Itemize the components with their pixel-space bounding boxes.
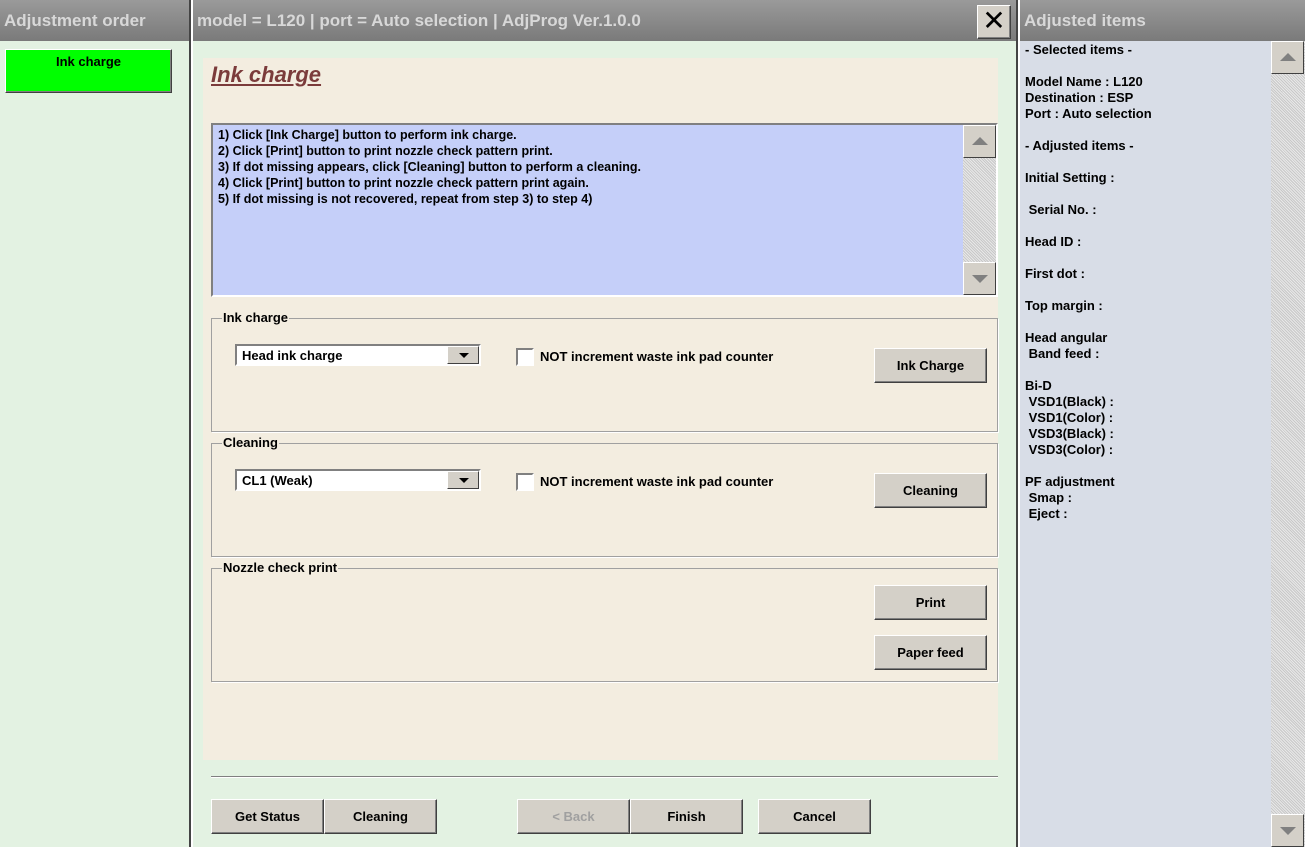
close-x-icon: ✕ xyxy=(982,4,1006,37)
main-panel: model = L120 | port = Auto selection | A… xyxy=(193,0,1018,847)
scroll-down-button[interactable] xyxy=(1271,814,1304,847)
scroll-up-button[interactable] xyxy=(1271,41,1304,74)
nozzle-check-group: Nozzle check print Print Paper feed xyxy=(211,560,998,682)
footer-divider xyxy=(211,776,998,778)
ink-charge-select-value: Head ink charge xyxy=(242,348,343,363)
dropdown-arrow-icon[interactable] xyxy=(447,471,479,489)
instruction-line: 1) Click [Ink Charge] button to perform … xyxy=(218,128,517,142)
paper-feed-button[interactable]: Paper feed xyxy=(874,635,987,670)
adjusted-items-panel: Adjusted items - Selected items - Model … xyxy=(1020,0,1305,847)
cleaning-not-increment-checkbox[interactable] xyxy=(516,473,534,491)
cleaning-group: Cleaning CL1 (Weak) NOT increment waste … xyxy=(211,435,998,557)
finish-button[interactable]: Finish xyxy=(630,799,743,834)
ink-charge-select[interactable]: Head ink charge xyxy=(235,344,481,366)
cleaning-select-value: CL1 (Weak) xyxy=(242,473,313,488)
instructions-box: 1) Click [Ink Charge] button to perform … xyxy=(211,123,998,297)
dropdown-arrow-icon[interactable] xyxy=(447,346,479,364)
ink-charge-group-label: Ink charge xyxy=(222,310,290,325)
cleaning-checkbox-label[interactable]: NOT increment waste ink pad counter xyxy=(540,474,773,489)
scroll-up-button[interactable] xyxy=(963,125,996,158)
instruction-line: 5) If dot missing is not recovered, repe… xyxy=(218,192,593,206)
scroll-down-button[interactable] xyxy=(963,262,996,295)
arrow-up-icon xyxy=(1280,53,1296,61)
get-status-button[interactable]: Get Status xyxy=(211,799,324,834)
adjusted-items-text: - Selected items - Model Name : L120 Des… xyxy=(1025,42,1152,521)
ink-charge-not-increment-checkbox[interactable] xyxy=(516,348,534,366)
cleaning-select[interactable]: CL1 (Weak) xyxy=(235,469,481,491)
nozzle-check-group-label: Nozzle check print xyxy=(222,560,339,575)
cleaning-group-label: Cleaning xyxy=(222,435,279,450)
ink-charge-group: Ink charge Head ink charge NOT increment… xyxy=(211,310,998,432)
close-button[interactable]: ✕ xyxy=(977,5,1011,39)
arrow-down-icon xyxy=(1280,827,1296,835)
instruction-line: 4) Click [Print] button to print nozzle … xyxy=(218,176,589,190)
content-area: Ink charge 1) Click [Ink Charge] button … xyxy=(203,58,998,760)
instruction-line: 3) If dot missing appears, click [Cleani… xyxy=(218,160,641,174)
page-title: Ink charge xyxy=(211,62,322,87)
arrow-up-icon xyxy=(972,137,988,145)
adjusted-items-scrollbar[interactable] xyxy=(1271,41,1305,847)
print-button[interactable]: Print xyxy=(874,585,987,620)
instruction-line: 2) Click [Print] button to print nozzle … xyxy=(218,144,553,158)
arrow-down-icon xyxy=(972,275,988,283)
cancel-button[interactable]: Cancel xyxy=(758,799,871,834)
instructions-scrollbar[interactable] xyxy=(963,125,996,295)
main-header: model = L120 | port = Auto selection | A… xyxy=(193,0,1016,41)
adjusted-items-header: Adjusted items xyxy=(1020,0,1305,41)
order-item-ink-charge[interactable]: Ink charge xyxy=(5,49,172,93)
ink-charge-button[interactable]: Ink Charge xyxy=(874,348,987,383)
ink-charge-checkbox-label[interactable]: NOT increment waste ink pad counter xyxy=(540,349,773,364)
footer-cleaning-button[interactable]: Cleaning xyxy=(324,799,437,834)
adjustment-order-panel: Adjustment order Ink charge xyxy=(0,0,191,847)
adjustment-order-header: Adjustment order xyxy=(0,0,189,41)
back-button[interactable]: < Back xyxy=(517,799,630,834)
cleaning-button[interactable]: Cleaning xyxy=(874,473,987,508)
